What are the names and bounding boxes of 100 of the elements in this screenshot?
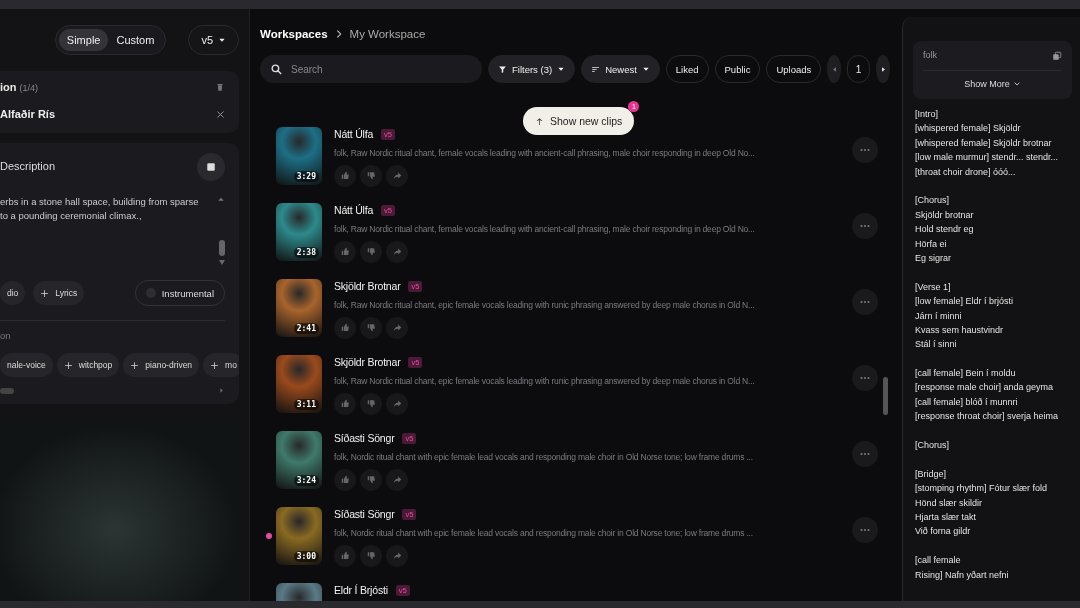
scrollbar-thumb[interactable] bbox=[0, 387, 14, 394]
expand-button[interactable] bbox=[197, 152, 225, 181]
tag-chip[interactable]: piano-driven bbox=[123, 353, 200, 378]
scrollbar-thumb[interactable] bbox=[883, 377, 888, 415]
clip-title[interactable]: Eldr Í Brjósti bbox=[334, 583, 388, 599]
more-options-button[interactable] bbox=[852, 289, 878, 315]
plus-icon bbox=[130, 360, 140, 370]
share-button[interactable] bbox=[386, 392, 408, 415]
more-icon bbox=[860, 300, 870, 304]
triangle-left-icon bbox=[830, 65, 838, 73]
thumbs-down-icon bbox=[366, 323, 376, 333]
plus-icon bbox=[40, 288, 50, 298]
tag-chip[interactable]: witchpop bbox=[56, 353, 120, 378]
description-text: erbs in a stone hall space, building from sparse to a pounding ceremonial climax., bbox=[0, 194, 199, 223]
like-button[interactable] bbox=[334, 164, 356, 187]
sort-icon bbox=[591, 64, 601, 74]
lyrics-line: Hörfa ei bbox=[915, 237, 948, 251]
dislike-button[interactable] bbox=[360, 316, 382, 339]
duration-label: 3:00 bbox=[293, 551, 319, 562]
share-button[interactable] bbox=[386, 544, 408, 567]
thumbs-down-icon bbox=[366, 399, 376, 409]
more-options-button[interactable] bbox=[852, 365, 878, 391]
cover-art[interactable]: 3:29 bbox=[276, 127, 322, 185]
cover-art[interactable]: 3:11 bbox=[276, 355, 322, 413]
share-button[interactable] bbox=[386, 240, 408, 263]
clip-title[interactable]: Skjöldr Brotnar bbox=[334, 355, 401, 371]
thumbs-down-icon bbox=[366, 551, 376, 561]
lyrics-line: [throat choir drone] óóó... bbox=[915, 165, 1017, 179]
like-button[interactable] bbox=[334, 392, 356, 415]
like-button[interactable] bbox=[334, 468, 356, 491]
share-button[interactable] bbox=[386, 468, 408, 491]
breadcrumb-item[interactable]: Workspaces bbox=[260, 25, 328, 43]
share-arrow-icon bbox=[392, 171, 402, 181]
dislike-button[interactable] bbox=[360, 164, 382, 187]
dislike-button[interactable] bbox=[360, 468, 382, 491]
like-button[interactable] bbox=[334, 240, 356, 263]
cover-art[interactable]: 2:41 bbox=[276, 279, 322, 337]
clip-description: folk, Nordic ritual chant with epic female lead vocals and responding male choir in Old Norse tone; low frame drums ... bbox=[334, 527, 754, 540]
duration-label: 3:11 bbox=[293, 399, 319, 410]
thumbs-up-icon bbox=[340, 475, 350, 485]
lyrics-line: [whispered female] Skjöldr bbox=[915, 122, 1022, 136]
like-button[interactable] bbox=[334, 316, 356, 339]
dislike-button[interactable] bbox=[360, 544, 382, 567]
clip-title[interactable]: Síðasti Söngr bbox=[334, 507, 395, 523]
clip-title[interactable]: Nátt Úlfa bbox=[334, 203, 374, 219]
more-icon bbox=[860, 452, 870, 456]
share-button[interactable] bbox=[386, 164, 408, 187]
section-label: on bbox=[0, 329, 12, 344]
thumbs-up-icon bbox=[340, 551, 350, 561]
filters-button[interactable]: Filters (3) bbox=[488, 55, 576, 83]
dislike-button[interactable] bbox=[360, 240, 382, 263]
share-arrow-icon bbox=[392, 475, 402, 485]
section-title: ion (1/4) bbox=[0, 81, 39, 93]
mode-tab[interactable]: Simple bbox=[58, 29, 109, 51]
style-text: folk bbox=[923, 49, 937, 62]
tag-chip[interactable]: nale-voice bbox=[0, 353, 53, 378]
dislike-button[interactable] bbox=[360, 392, 382, 415]
lyrics-line: [call female] Bein í moldu bbox=[915, 367, 1017, 381]
duration-label: 2:41 bbox=[293, 323, 319, 334]
breadcrumb-item: My Workspace bbox=[349, 26, 426, 42]
thumbs-up-icon bbox=[340, 399, 350, 409]
inspiration-item: Alfaðir Rís bbox=[0, 107, 55, 122]
thumbs-up-icon bbox=[340, 171, 350, 181]
cover-art[interactable]: 3:00 bbox=[276, 507, 322, 565]
lyrics-line: [Chorus] bbox=[915, 439, 950, 453]
lyrics-line: Hold stendr eg bbox=[915, 223, 975, 237]
more-options-button[interactable] bbox=[852, 517, 878, 543]
show-more-button[interactable]: Show More bbox=[923, 70, 1062, 92]
search-field[interactable]: Search bbox=[260, 55, 482, 83]
clip-description: folk, Raw Nordic ritual chant, epic female vocals leading with runic phrasing answered by deep male chorus in Old N... bbox=[334, 375, 756, 388]
share-button[interactable] bbox=[386, 316, 408, 339]
clip-description: folk, Raw Nordic ritual chant, female vocals leading with ancient-call phrasing, male choir responding in deep Old No... bbox=[334, 223, 756, 236]
option-chip[interactable]: dio bbox=[0, 281, 26, 306]
add-chip[interactable]: Lyrics bbox=[33, 281, 85, 306]
cover-art[interactable]: 3:24 bbox=[276, 431, 322, 489]
more-options-button[interactable] bbox=[852, 137, 878, 163]
previous-page-button[interactable] bbox=[827, 55, 841, 83]
lyrics-line: [call female bbox=[915, 554, 962, 568]
tag-chip[interactable]: mo bbox=[203, 353, 239, 378]
mode-tab[interactable]: Custom bbox=[108, 29, 163, 51]
more-icon bbox=[860, 224, 870, 228]
more-icon bbox=[860, 528, 870, 532]
lyrics-line: [response throat choir] sverja heima bbox=[915, 410, 1060, 424]
scroll-arrow-icon bbox=[218, 387, 225, 395]
filter-icon bbox=[498, 64, 507, 74]
share-arrow-icon bbox=[392, 551, 402, 561]
model-dropdown[interactable]: v5 bbox=[188, 25, 239, 55]
caret-icon bbox=[218, 36, 226, 44]
duration-label: 2:38 bbox=[293, 247, 319, 258]
clip-title[interactable]: Síðasti Söngr bbox=[334, 431, 395, 447]
cover-art[interactable]: 2:38 bbox=[276, 203, 322, 261]
like-button[interactable] bbox=[334, 544, 356, 567]
lyrics-line: [low female] Eldr í brjósti bbox=[915, 295, 1015, 309]
more-options-button[interactable] bbox=[852, 441, 878, 467]
clip-title[interactable]: Skjöldr Brotnar bbox=[334, 279, 401, 295]
clip-title[interactable]: Nátt Úlfa bbox=[334, 127, 374, 143]
more-options-button[interactable] bbox=[852, 213, 878, 239]
sort-button[interactable]: Newest bbox=[581, 55, 660, 83]
next-page-button[interactable] bbox=[876, 55, 890, 83]
caret-icon bbox=[641, 65, 650, 73]
